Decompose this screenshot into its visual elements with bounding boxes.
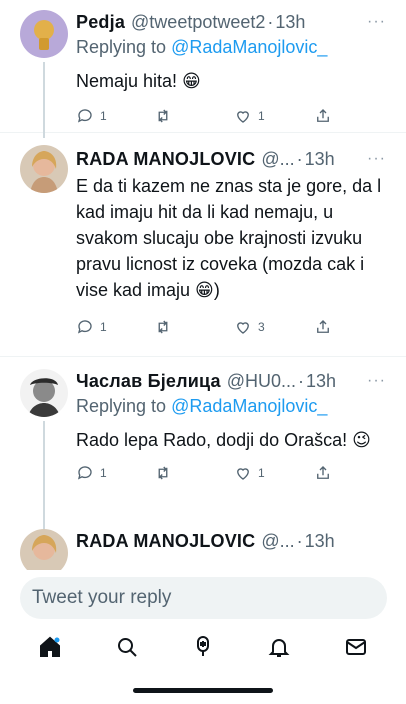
tweet-actions: 1 3 (76, 315, 396, 339)
reply-button[interactable]: 1 (76, 107, 154, 125)
more-options-icon[interactable]: ··· (367, 147, 386, 171)
mention-link[interactable]: @RadaManojlovic_ (171, 37, 327, 57)
avatar[interactable] (20, 529, 68, 570)
replying-to: Replying to @RadaManojlovic_ (76, 396, 328, 416)
reply-button[interactable]: 1 (76, 318, 154, 336)
tab-search[interactable] (115, 635, 139, 664)
reply-icon (77, 466, 92, 480)
tab-notifications[interactable] (267, 635, 291, 664)
share-icon (317, 466, 329, 479)
tweet[interactable]: RADA MANOJLOVIC @... · 13h (0, 521, 406, 570)
heart-icon (237, 111, 249, 123)
share-icon (317, 109, 329, 122)
home-icon (40, 636, 61, 657)
replying-to: Replying to @RadaManojlovic_ (76, 37, 328, 57)
tweet[interactable]: Pedja @tweetpotweet2 · 13h ··· Replying … (0, 0, 406, 138)
author-handle[interactable]: @... (261, 147, 294, 171)
share-button[interactable] (314, 107, 332, 125)
reply-count: 1 (100, 109, 107, 123)
notifications-icon (268, 638, 290, 657)
retweet-icon (158, 320, 168, 334)
heart-icon (237, 468, 249, 480)
like-count: 1 (258, 466, 265, 480)
author-name[interactable]: RADA MANOJLOVIC (76, 529, 255, 553)
retweet-icon (158, 466, 168, 480)
thread-line (43, 62, 45, 138)
reply-icon (77, 320, 92, 334)
author-handle[interactable]: @... (261, 529, 294, 553)
reply-button[interactable]: 1 (76, 464, 154, 482)
bottom-tab-bar (0, 626, 406, 672)
tab-messages[interactable] (344, 635, 368, 664)
avatar[interactable] (20, 369, 68, 417)
tab-spaces[interactable] (191, 635, 215, 664)
retweet-button[interactable] (154, 107, 234, 125)
more-options-icon[interactable]: ··· (367, 369, 386, 393)
reply-count: 1 (100, 320, 107, 334)
reply-input[interactable] (32, 587, 375, 609)
thread-line (43, 421, 45, 531)
tweet-actions: 1 1 (76, 104, 396, 128)
like-button[interactable]: 3 (234, 318, 314, 336)
reply-composer[interactable] (20, 577, 387, 619)
tab-home[interactable] (38, 635, 62, 664)
tweet[interactable]: RADA MANOJLOVIC @... · 13h ··· E da ti k… (0, 133, 406, 356)
tweet-actions: 1 1 (76, 461, 396, 485)
search-icon (117, 637, 137, 657)
like-button[interactable]: 1 (234, 464, 314, 482)
tweet-text: Nemaju hita! 😁 (76, 71, 201, 91)
like-button[interactable]: 1 (234, 107, 314, 125)
avatar[interactable] (20, 10, 68, 58)
more-options-icon[interactable]: ··· (367, 10, 386, 34)
author-name[interactable]: RADA MANOJLOVIC (76, 147, 255, 171)
author-handle[interactable]: @tweetpotweet2 (131, 10, 265, 34)
author-handle[interactable]: @HU0... (227, 369, 296, 393)
avatar[interactable] (20, 145, 68, 193)
reply-thread: Pedja @tweetpotweet2 · 13h ··· Replying … (0, 0, 406, 570)
author-name[interactable]: Pedja (76, 10, 125, 34)
heart-icon (237, 322, 249, 334)
retweet-button[interactable] (154, 464, 234, 482)
spaces-icon (196, 635, 209, 656)
author-name[interactable]: Часлав Бјелица (76, 369, 221, 393)
timestamp[interactable]: 13h (305, 529, 335, 553)
retweet-button[interactable] (154, 318, 234, 336)
like-count: 1 (258, 109, 265, 123)
share-button[interactable] (314, 318, 332, 336)
timestamp[interactable]: 13h (275, 10, 305, 34)
share-button[interactable] (314, 464, 332, 482)
like-count: 3 (258, 320, 265, 334)
reply-count: 1 (100, 466, 107, 480)
share-icon (317, 320, 329, 333)
timestamp[interactable]: 13h (305, 147, 335, 171)
mention-link[interactable]: @RadaManojlovic_ (171, 396, 327, 416)
tweet-text: Rado lepa Rado, dodji do Orašca! 😉 (76, 430, 371, 450)
reply-icon (77, 109, 92, 123)
tweet[interactable]: Часлав Бјелица @HU0... · 13h ··· Replyin… (0, 357, 406, 531)
tweet-text: E da ti kazem ne znas sta je gore, da l … (76, 176, 382, 300)
timestamp[interactable]: 13h (306, 369, 336, 393)
messages-icon (345, 638, 366, 655)
retweet-icon (158, 109, 168, 123)
home-indicator[interactable] (133, 688, 273, 693)
